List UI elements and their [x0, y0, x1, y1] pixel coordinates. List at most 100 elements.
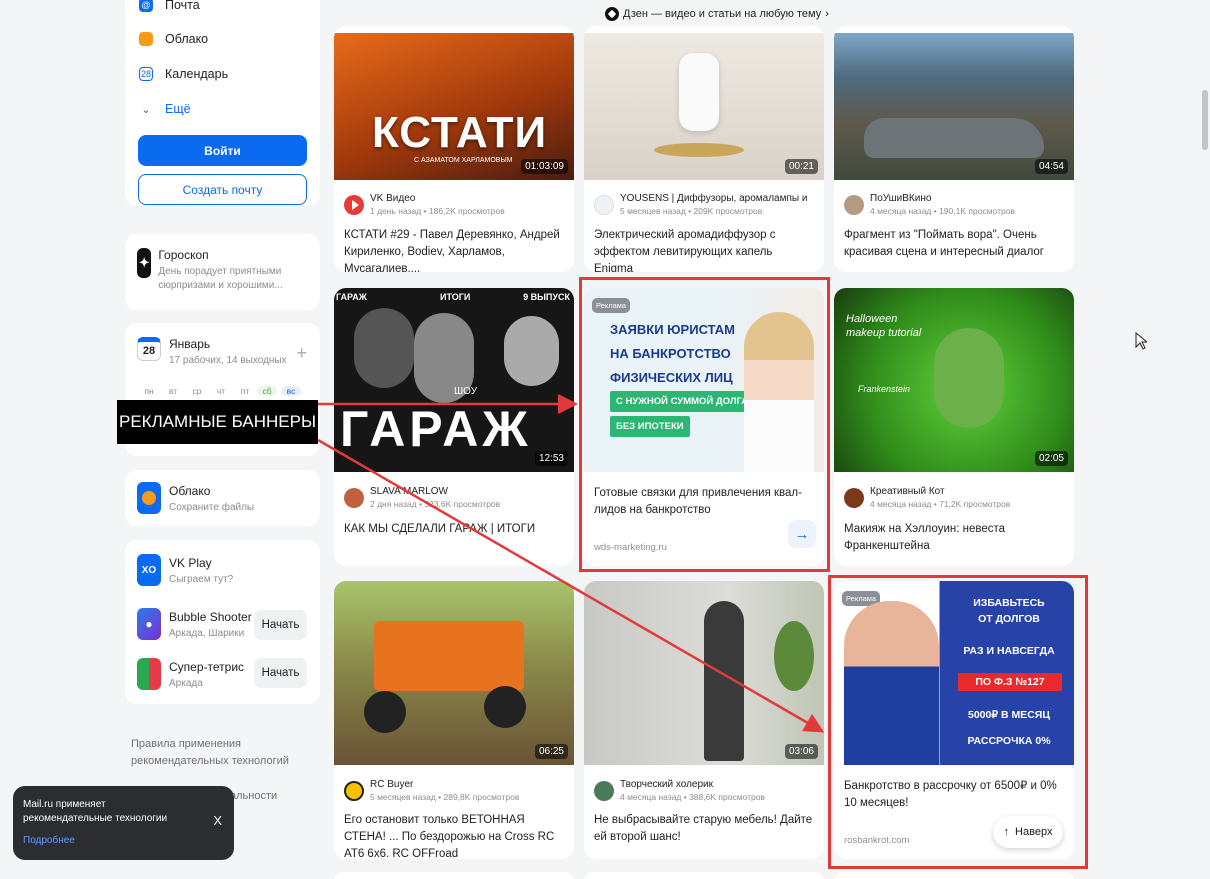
- channel-name[interactable]: ПоУшиВКино: [870, 193, 1015, 204]
- sidebar-item-mail[interactable]: @ Почта: [125, 0, 200, 23]
- start-game-button[interactable]: Начать: [254, 610, 307, 640]
- toast-text: Mail.ru применяет рекомендательные техно…: [23, 799, 168, 824]
- dzen-link[interactable]: Дзен — видео и статьи на любую тему ›: [605, 7, 829, 21]
- calendar-icon: 28: [139, 67, 153, 81]
- channel-avatar[interactable]: [844, 194, 864, 215]
- video-stats: 4 месяца назад • 71,2K просмотров: [870, 499, 1011, 509]
- video-title[interactable]: Фрагмент из "Поймать вора". Очень красив…: [844, 227, 1064, 261]
- cloud-icon: [139, 32, 153, 46]
- scrollbar-thumb[interactable]: [1202, 90, 1208, 150]
- video-card[interactable]: КСТАТИ С АЗАМАТОМ ХАРЛАМОВЫМ 01:03:09 VK…: [334, 26, 574, 272]
- person-shape: [704, 601, 744, 761]
- weekday-row: пн вт ср чт пт сб вс: [137, 386, 308, 396]
- video-title[interactable]: Не выбрасывайте старую мебель! Дайте ей …: [594, 812, 814, 846]
- video-card[interactable]: Halloween makeup tutorial Frankenstein 0…: [834, 288, 1074, 566]
- video-thumbnail[interactable]: КСТАТИ С АЗАМАТОМ ХАРЛАМОВЫМ 01:03:09: [334, 33, 574, 180]
- video-title[interactable]: Его остановит только ВЕТОННАЯ СТЕНА! ...…: [344, 812, 564, 859]
- duration-badge: 04:54: [1034, 159, 1068, 174]
- video-card[interactable]: ГАРАЖ ИТОГИ 9 ВЫПУСК ШОУ ГАРАЖ 12:53 SLA…: [334, 288, 574, 566]
- cloud-title: Облако: [169, 484, 211, 498]
- create-mail-button[interactable]: Создать почту: [138, 174, 307, 205]
- next-row-card: [834, 872, 1074, 879]
- start-game-button[interactable]: Начать: [254, 658, 307, 688]
- duration-badge: 06:25: [534, 744, 568, 759]
- channel-avatar[interactable]: [344, 194, 364, 215]
- duration-badge: 02:05: [1034, 451, 1068, 466]
- toast-more-link[interactable]: Подробнее: [23, 834, 224, 848]
- cloud-widget[interactable]: Облако Сохраните файлы: [125, 470, 320, 526]
- face-shape: [934, 328, 1004, 428]
- cloud-text: Сохраните файлы: [169, 502, 255, 513]
- vkplay-icon: XO: [137, 554, 161, 586]
- video-stats: 1 день назад • 186,2K просмотров: [370, 206, 505, 216]
- footer-link-rules[interactable]: Правила применения рекомендательных техн…: [131, 736, 291, 770]
- channel-name[interactable]: YOUSENS | Диффузоры, аромалампы и инт...: [620, 193, 810, 204]
- channel-name[interactable]: Креативный Кот: [870, 486, 1010, 497]
- scroll-top-button[interactable]: ↑ Наверх: [993, 816, 1063, 848]
- channel-name[interactable]: VK Видео: [370, 193, 505, 204]
- video-thumbnail[interactable]: 03:06: [584, 581, 824, 765]
- video-thumbnail[interactable]: 06:25: [334, 581, 574, 765]
- video-stats: 5 месяцев назад • 289,8K просмотров: [370, 792, 520, 802]
- bubble-shooter-icon: ●: [137, 608, 161, 640]
- video-stats: 4 месяца назад • 190,1K просмотров: [870, 206, 1015, 216]
- calendar-subtitle: 17 рабочих, 14 выходных: [169, 355, 287, 366]
- sidebar-item-calendar[interactable]: 28 Календарь: [125, 56, 228, 92]
- mouse-cursor-icon: [1135, 332, 1147, 350]
- video-stats: 5 месяцев назад • 209K просмотров: [620, 206, 763, 216]
- horoscope-title: Гороскоп: [158, 248, 209, 262]
- video-thumbnail[interactable]: 00:21: [584, 33, 824, 180]
- ad-banners-callout: РЕКЛАМНЫЕ БАННЕРЫ: [117, 400, 318, 444]
- channel-name[interactable]: RC Buyer: [370, 779, 519, 790]
- video-title[interactable]: КАК МЫ СДЕЛАЛИ ГАРАЖ | ИТОГИ: [344, 521, 564, 538]
- channel-name[interactable]: Творческий холерик: [620, 779, 765, 790]
- channel-avatar[interactable]: [594, 194, 614, 215]
- duration-badge: 00:21: [784, 159, 818, 174]
- cookie-toast: Mail.ru применяет рекомендательные техно…: [13, 786, 234, 860]
- channel-avatar[interactable]: [344, 487, 364, 508]
- video-thumbnail[interactable]: Halloween makeup tutorial Frankenstein 0…: [834, 288, 1074, 472]
- diffuser-shape: [679, 53, 719, 131]
- games-widget: XO VK Play Сыграем тут? ● Bubble Shooter…: [125, 540, 320, 704]
- video-thumbnail[interactable]: ГАРАЖ ИТОГИ 9 ВЫПУСК ШОУ ГАРАЖ 12:53: [334, 288, 574, 472]
- video-stats: 2 дня назад • 323,6K просмотров: [370, 499, 501, 509]
- sidebar-item-cloud[interactable]: Облако: [125, 21, 208, 57]
- video-stats: 4 месяца назад • 388,6K просмотров: [620, 792, 765, 802]
- scrollbar[interactable]: [1200, 0, 1210, 879]
- video-card[interactable]: 04:54 ПоУшиВКино 4 месяца назад • 190,1K…: [834, 26, 1074, 272]
- arrow-up-icon: ↑: [1003, 826, 1010, 838]
- video-title[interactable]: Макияж на Хэллоуин: невеста Франкенштейн…: [844, 521, 1064, 555]
- channel-avatar[interactable]: [844, 487, 864, 508]
- channel-avatar[interactable]: [344, 780, 364, 801]
- tetris-icon: [137, 658, 161, 690]
- chevron-down-icon: ⌄: [141, 103, 151, 116]
- add-icon[interactable]: +: [296, 343, 307, 364]
- duration-badge: 01:03:09: [521, 159, 568, 174]
- ad-highlight-frame: [579, 277, 830, 572]
- services-card: @ Почта Облако 28 Календарь ⌄ Ещё Войти …: [125, 0, 320, 206]
- cloud-icon: [137, 482, 161, 514]
- video-title[interactable]: Электрический аромадиффузор с эффектом л…: [594, 227, 814, 272]
- video-card[interactable]: 03:06 Творческий холерик 4 месяца назад …: [584, 581, 824, 859]
- sidebar-item-more[interactable]: ⌄ Ещё: [125, 91, 190, 127]
- mail-icon: @: [139, 0, 153, 12]
- vkplay-header[interactable]: XO VK Play Сыграем тут?: [137, 554, 233, 587]
- next-row-card: [584, 872, 824, 879]
- close-icon[interactable]: X: [213, 814, 222, 828]
- login-button[interactable]: Войти: [138, 135, 307, 166]
- car-shape: [864, 118, 1044, 158]
- calendar-day-icon: 28: [137, 337, 161, 361]
- duration-badge: 12:53: [534, 451, 568, 466]
- next-row-card: [334, 872, 574, 879]
- channel-name[interactable]: SLAVA MARLOW: [370, 486, 500, 497]
- video-card[interactable]: 00:21 YOUSENS | Диффузоры, аромалампы и …: [584, 26, 824, 272]
- video-thumbnail[interactable]: 04:54: [834, 33, 1074, 180]
- dzen-logo-icon: [605, 7, 619, 21]
- chevron-right-icon: ›: [825, 8, 829, 20]
- channel-avatar[interactable]: [594, 780, 614, 801]
- horoscope-widget[interactable]: ✦ Гороскоп День порадует приятными сюрпр…: [125, 234, 320, 310]
- video-title[interactable]: КСТАТИ #29 - Павел Деревянко, Андрей Кир…: [344, 227, 564, 272]
- video-card[interactable]: 06:25 RC Buyer 5 месяцев назад • 289,8K …: [334, 581, 574, 859]
- footer-link-more[interactable]: альности: [230, 790, 277, 802]
- rc-car-shape: [374, 621, 524, 691]
